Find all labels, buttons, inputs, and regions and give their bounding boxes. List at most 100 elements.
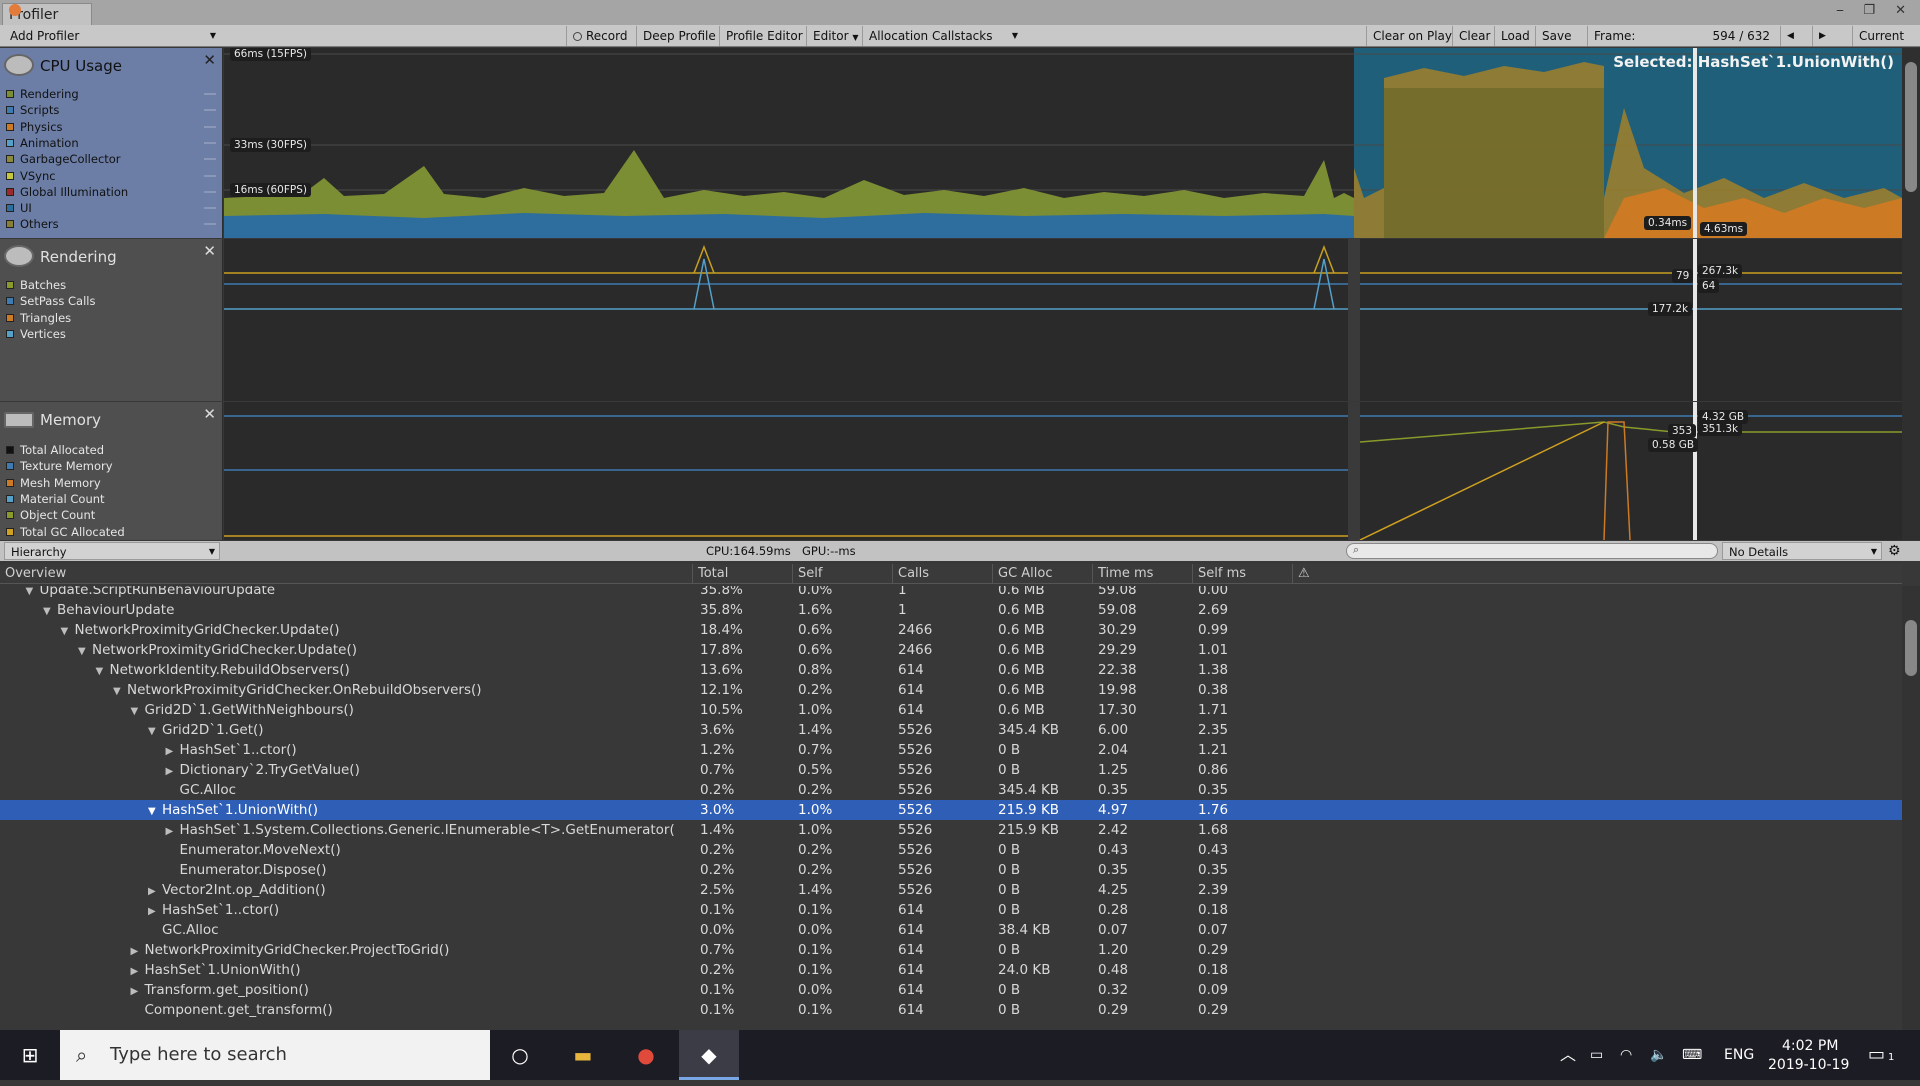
table-row[interactable]: GC.Alloc 0.2% 0.2% 5526 345.4 KB 0.35 0.35 xyxy=(0,780,1902,800)
legend-item[interactable]: Material Count xyxy=(6,491,105,507)
rendering-legend[interactable]: Rendering ✕ Batches SetPass Calls Triangle… xyxy=(0,239,223,401)
load-button[interactable]: Load xyxy=(1494,26,1536,46)
legend-item[interactable]: Mesh Memory xyxy=(6,475,101,491)
language-indicator[interactable]: ENG xyxy=(1724,1030,1754,1080)
expand-arrow-icon[interactable]: ▶ xyxy=(148,902,162,922)
col-total[interactable]: Total xyxy=(692,564,792,584)
deep-profile-button[interactable]: Deep Profile xyxy=(636,26,722,46)
table-row[interactable]: ▼ BehaviourUpdate 35.8% 1.6% 1 0.6 MB 59.08 2.6… xyxy=(0,600,1902,620)
file-explorer-icon[interactable]: ▬ xyxy=(553,1030,613,1080)
legend-item[interactable]: Total Allocated xyxy=(6,442,104,458)
cpu-usage-chart[interactable]: 66ms (15FPS) 33ms (30FPS) 16ms (60FPS) S… xyxy=(224,48,1902,238)
legend-item[interactable]: Texture Memory xyxy=(6,458,113,474)
hierarchy-scrollbar[interactable] xyxy=(1902,586,1920,1030)
table-row[interactable]: ▼ Grid2D`1.Get() 3.6% 1.4% 5526 345.4 KB 6.00 2… xyxy=(0,720,1902,740)
chrome-icon[interactable]: ● xyxy=(616,1030,676,1080)
legend-item[interactable]: Object Count xyxy=(6,507,95,523)
collapse-arrow-icon[interactable]: ▼ xyxy=(96,662,110,682)
memory-chart[interactable]: 4.32 GB 353 351.3k 0.58 GB xyxy=(224,402,1902,540)
expand-arrow-icon[interactable]: ▶ xyxy=(131,962,145,982)
expand-arrow-icon[interactable]: ▶ xyxy=(166,762,180,782)
legend-item[interactable]: Others xyxy=(6,216,59,232)
collapse-arrow-icon[interactable]: ▼ xyxy=(148,722,162,742)
cpu-usage-legend[interactable]: CPU Usage ✕ Rendering Scripts Physics Anima… xyxy=(0,48,223,238)
table-row[interactable]: ▶ NetworkProximityGridChecker.ProjectToGr… xyxy=(0,940,1902,960)
drag-handle-icon[interactable] xyxy=(204,223,216,226)
collapse-arrow-icon[interactable]: ▼ xyxy=(148,802,162,822)
rendering-chart[interactable]: 79 267.3k 64 177.2k xyxy=(224,239,1902,401)
drag-handle-icon[interactable] xyxy=(204,158,216,161)
add-profiler-dropdown[interactable]: Add Profiler ▼ xyxy=(4,26,220,46)
drag-handle-icon[interactable] xyxy=(204,141,216,144)
battery-icon[interactable]: ▭ xyxy=(1590,1030,1603,1080)
table-row[interactable]: ▼ HashSet`1.UnionWith() 3.0% 1.0% 5526 215.9 … xyxy=(0,800,1902,820)
close-icon[interactable]: ✕ xyxy=(203,51,216,69)
table-row[interactable]: ▼ Grid2D`1.GetWithNeighbours() 10.5% 1.0% 61… xyxy=(0,700,1902,720)
prev-frame-button[interactable]: ◀ xyxy=(1780,26,1800,46)
col-gc-alloc[interactable]: GC Alloc xyxy=(992,564,1092,584)
profile-editor-button[interactable]: Profile Editor xyxy=(719,26,809,46)
table-row[interactable]: ▶ Dictionary`2.TryGetValue() 0.7% 0.5% 5526 0… xyxy=(0,760,1902,780)
warning-icon[interactable]: ⚠ xyxy=(1292,564,1324,584)
expand-arrow-icon[interactable]: ▶ xyxy=(166,822,180,842)
expand-arrow-icon[interactable]: ▶ xyxy=(131,942,145,962)
table-row[interactable]: ▼ NetworkProximityGridChecker.OnRebuildOb… xyxy=(0,680,1902,700)
gear-icon[interactable]: ⚙ xyxy=(1888,541,1901,561)
drag-handle-icon[interactable] xyxy=(204,93,216,95)
collapse-arrow-icon[interactable]: ▼ xyxy=(113,682,127,702)
table-row[interactable]: GC.Alloc 0.0% 0.0% 614 38.4 KB 0.07 0.07 xyxy=(0,920,1902,940)
legend-item[interactable]: Vertices xyxy=(6,326,66,342)
save-button[interactable]: Save xyxy=(1535,26,1577,46)
wifi-icon[interactable]: ◠ xyxy=(1620,1030,1632,1080)
legend-item[interactable]: Global Illumination xyxy=(6,184,128,200)
tray-chevron-icon[interactable]: ︿ xyxy=(1560,1030,1576,1080)
details-dropdown[interactable]: No Details ▼ xyxy=(1722,542,1882,560)
table-row[interactable]: ▶ HashSet`1..ctor() 0.1% 0.1% 614 0 B 0.28 0.18 xyxy=(0,900,1902,920)
cortana-icon[interactable]: ○ xyxy=(490,1030,550,1080)
col-overview[interactable]: Overview xyxy=(0,564,692,584)
chart-scrollbar[interactable] xyxy=(1902,48,1920,540)
drag-handle-icon[interactable] xyxy=(204,109,216,112)
table-row[interactable]: ▼ NetworkIdentity.RebuildObservers() 13.6%… xyxy=(0,660,1902,680)
legend-item[interactable]: UI xyxy=(6,200,32,216)
legend-item[interactable]: GarbageCollector xyxy=(6,151,121,167)
col-calls[interactable]: Calls xyxy=(892,564,992,584)
clock-date[interactable]: 2019-10-19 xyxy=(1768,1055,1849,1075)
legend-item[interactable]: VSync xyxy=(6,168,56,184)
expand-arrow-icon[interactable]: ▶ xyxy=(131,982,145,1002)
table-row[interactable]: ▼ NetworkProximityGridChecker.Update() 17.… xyxy=(0,640,1902,660)
close-icon[interactable]: ✕ xyxy=(203,242,216,260)
table-row[interactable]: ▶ HashSet`1.UnionWith() 0.2% 0.1% 614 24.0 KB… xyxy=(0,960,1902,980)
clear-on-play-button[interactable]: Clear on Play xyxy=(1366,26,1458,46)
col-self[interactable]: Self xyxy=(792,564,892,584)
table-row[interactable]: ▶ HashSet`1..ctor() 1.2% 0.7% 5526 0 B 2.04 1.2… xyxy=(0,740,1902,760)
keyboard-icon[interactable]: ⌨ xyxy=(1682,1030,1702,1080)
table-row[interactable]: ▶ Transform.get_position() 0.1% 0.0% 614 0 B 0… xyxy=(0,980,1902,1000)
collapse-arrow-icon[interactable]: ▼ xyxy=(61,622,75,642)
legend-item[interactable]: SetPass Calls xyxy=(6,293,95,309)
col-self-ms[interactable]: Self ms xyxy=(1192,564,1292,584)
table-row[interactable]: ▶ HashSet`1.System.Collections.Generic.IE… xyxy=(0,820,1902,840)
drag-handle-icon[interactable] xyxy=(204,207,216,210)
editor-dropdown[interactable]: Editor ▼ xyxy=(806,26,865,46)
clear-button[interactable]: Clear xyxy=(1452,26,1496,46)
search-input[interactable]: ⌕ xyxy=(1346,543,1718,559)
volume-mute-icon[interactable]: 🔈 xyxy=(1650,1030,1667,1080)
current-frame-button[interactable]: Current xyxy=(1852,26,1910,46)
notification-icon[interactable]: ▭ xyxy=(1868,1030,1885,1080)
hierarchy-scroll-thumb[interactable] xyxy=(1905,620,1917,676)
view-mode-dropdown[interactable]: Hierarchy ▼ xyxy=(4,542,220,560)
record-button[interactable]: Record xyxy=(566,26,633,46)
legend-item[interactable]: Animation xyxy=(6,135,79,151)
next-frame-button[interactable]: ▶ xyxy=(1812,26,1832,46)
chart-scroll-thumb[interactable] xyxy=(1905,62,1917,192)
table-row[interactable]: Enumerator.Dispose() 0.2% 0.2% 5526 0 B 0.35 0… xyxy=(0,860,1902,880)
legend-item[interactable]: Physics xyxy=(6,119,63,135)
table-row[interactable]: ▼ NetworkProximityGridChecker.Update() 18.… xyxy=(0,620,1902,640)
legend-item[interactable]: Triangles xyxy=(6,310,71,326)
collapse-arrow-icon[interactable]: ▼ xyxy=(43,602,57,622)
legend-item[interactable]: Batches xyxy=(6,277,66,293)
window-controls[interactable]: ⎯ ❐ ✕ xyxy=(1837,3,1914,18)
close-icon[interactable]: ✕ xyxy=(203,405,216,423)
collapse-arrow-icon[interactable]: ▼ xyxy=(131,702,145,722)
